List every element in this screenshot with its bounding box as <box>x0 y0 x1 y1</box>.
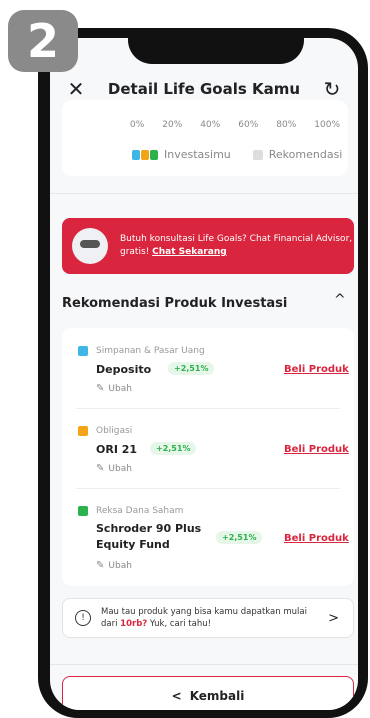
category-color-icon <box>78 506 88 516</box>
edit-product-button[interactable]: ✎ Ubah <box>96 463 132 474</box>
product-separator <box>76 408 340 409</box>
section-divider <box>50 193 358 194</box>
allocation-chart-card: 0% 20% 40% 60% 80% 100% Investasimu Reko… <box>62 100 348 176</box>
banner-text: Butuh konsultasi Life Goals? Chat Financ… <box>120 233 354 259</box>
product-info-card[interactable]: ! Mau tau produk yang bisa kamu dapatkan… <box>62 598 354 638</box>
chevron-right-icon: > <box>328 610 339 626</box>
product-separator <box>76 488 340 489</box>
back-button[interactable]: < Kembali <box>62 676 354 710</box>
edit-icon: ✎ <box>96 463 105 474</box>
buy-product-button[interactable]: Beli Produk <box>284 533 349 544</box>
footer-divider <box>50 664 358 665</box>
financial-advisor-banner[interactable]: Butuh konsultasi Life Goals? Chat Financ… <box>62 218 354 274</box>
info-icon: ! <box>75 610 91 626</box>
chevron-left-icon: < <box>171 689 182 703</box>
close-icon[interactable]: ✕ <box>64 77 88 101</box>
axis-tick: 40% <box>200 120 221 130</box>
axis-tick: 60% <box>238 120 259 130</box>
edit-icon: ✎ <box>96 560 105 571</box>
axis-tick: 20% <box>162 120 183 130</box>
product-rate-badge: +2,51% <box>150 442 197 455</box>
buy-product-button[interactable]: Beli Produk <box>284 444 349 455</box>
product-rate-badge: +2,51% <box>168 362 215 375</box>
step-badge: 2 <box>8 10 78 72</box>
phone-notch <box>128 28 304 64</box>
product-name: ORI 21 <box>96 443 138 456</box>
product-list: Simpanan & Pasar Uang Deposito +2,51% Be… <box>62 328 354 586</box>
legend-label-rekomendasi: Rekomendasi <box>268 148 343 161</box>
back-label: Kembali <box>189 689 245 703</box>
product-category: Simpanan & Pasar Uang <box>78 346 205 356</box>
product-name: Deposito <box>96 363 152 376</box>
chart-axis-ticks: 0% 20% 40% 60% 80% 100% <box>130 120 340 130</box>
section-title: Rekomendasi Produk Investasi <box>62 296 288 311</box>
chart-legend: Investasimu Rekomendasi <box>132 148 342 161</box>
edit-icon: ✎ <box>96 383 105 394</box>
axis-tick: 80% <box>276 120 297 130</box>
edit-label: Ubah <box>108 560 132 571</box>
app-screen: ✕ Detail Life Goals Kamu ↻ 0% 20% 40% 60… <box>50 38 358 710</box>
legend-swatch-investasimu <box>132 149 158 160</box>
chatbot-icon <box>72 228 108 264</box>
page-title: Detail Life Goals Kamu <box>107 80 301 98</box>
edit-product-button[interactable]: ✎ Ubah <box>96 383 132 394</box>
buy-product-button[interactable]: Beli Produk <box>284 364 349 375</box>
info-highlight: 10rb? <box>120 619 148 629</box>
edit-label: Ubah <box>108 383 132 394</box>
edit-product-button[interactable]: ✎ Ubah <box>96 560 132 571</box>
info-text-after: Yuk, cari tahu! <box>147 619 212 629</box>
product-category: Reksa Dana Saham <box>78 506 183 516</box>
category-label: Reksa Dana Saham <box>96 506 184 516</box>
product-category: Obligasi <box>78 426 132 436</box>
chevron-up-icon[interactable]: ^ <box>334 292 346 308</box>
category-color-icon <box>78 346 88 356</box>
info-text: Mau tau produk yang bisa kamu dapatkan m… <box>101 606 311 630</box>
category-label: Obligasi <box>96 426 133 436</box>
refresh-icon[interactable]: ↻ <box>320 77 344 101</box>
chat-now-link[interactable]: Chat Sekarang <box>152 247 227 257</box>
legend-swatch-rekomendasi <box>252 149 263 160</box>
category-color-icon <box>78 426 88 436</box>
legend-label-investasimu: Investasimu <box>164 148 231 161</box>
product-name: Schroder 90 Plus Equity Fund <box>96 522 202 551</box>
axis-tick: 0% <box>130 120 145 130</box>
edit-label: Ubah <box>108 463 132 474</box>
axis-tick: 100% <box>314 120 340 130</box>
product-rate-badge: +2,51% <box>216 531 263 544</box>
category-label: Simpanan & Pasar Uang <box>96 346 205 356</box>
